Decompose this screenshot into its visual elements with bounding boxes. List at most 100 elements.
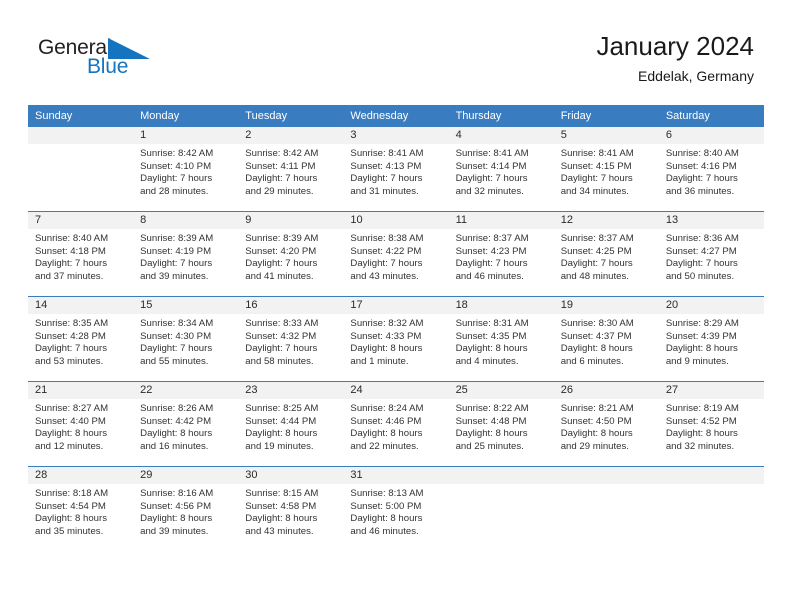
day-cell[interactable]: 16 Sunrise: 8:33 AM Sunset: 4:32 PM Dayligh… [238, 296, 344, 382]
day-cell[interactable] [658, 466, 764, 551]
day-cell[interactable] [28, 127, 134, 212]
day-cell[interactable] [448, 466, 554, 551]
day-cell[interactable]: 14 Sunrise: 8:35 AM Sunset: 4:28 PM Dayligh… [28, 296, 134, 382]
sunset-line: Sunset: 4:19 PM [140, 245, 212, 257]
daylight-line-1: Daylight: 7 hours [665, 258, 738, 270]
sunrise-line: Sunrise: 8:41 AM [560, 148, 634, 159]
day-number: 15 [133, 297, 239, 314]
weekday-header-saturday: Saturday [658, 105, 764, 127]
day-details: Sunrise: 8:22 AM Sunset: 4:48 PM Daylight:… [449, 399, 554, 453]
day-cell[interactable]: 13 Sunrise: 8:36 AM Sunset: 4:27 PM Dayligh… [658, 211, 764, 297]
day-number [448, 467, 554, 484]
day-number: 11 [448, 212, 554, 229]
sunrise-line: Sunrise: 8:41 AM [455, 148, 529, 159]
daylight-line-2: and 19 minutes. [245, 440, 314, 452]
day-cell[interactable]: 15 Sunrise: 8:34 AM Sunset: 4:30 PM Dayligh… [133, 296, 239, 382]
day-cell[interactable]: 25 Sunrise: 8:22 AM Sunset: 4:48 PM Dayligh… [448, 381, 554, 467]
day-details: Sunrise: 8:34 AM Sunset: 4:30 PM Daylight:… [133, 314, 238, 368]
daylight-line-1: Daylight: 7 hours [350, 173, 423, 185]
day-number: 31 [343, 467, 449, 484]
day-number [553, 467, 659, 484]
daylight-line-2: and 35 minutes. [35, 525, 104, 537]
daylight-line-2: and 31 minutes. [350, 185, 419, 197]
day-details: Sunrise: 8:29 AM Sunset: 4:39 PM Daylight:… [659, 314, 764, 368]
day-cell[interactable]: 8 Sunrise: 8:39 AM Sunset: 4:19 PM Daylight… [133, 211, 239, 297]
day-cell[interactable]: 10 Sunrise: 8:38 AM Sunset: 4:22 PM Dayligh… [343, 211, 449, 297]
day-number: 4 [448, 127, 554, 144]
weekday-header-friday: Friday [553, 105, 659, 127]
sunset-line: Sunset: 4:28 PM [35, 330, 106, 342]
day-cell[interactable]: 1 Sunrise: 8:42 AM Sunset: 4:10 PM Daylight… [133, 127, 239, 212]
day-cell[interactable]: 6 Sunrise: 8:40 AM Sunset: 4:16 PM Daylight… [658, 127, 764, 212]
day-number: 21 [28, 382, 134, 399]
day-cell[interactable]: 11 Sunrise: 8:37 AM Sunset: 4:23 PM Dayligh… [448, 211, 554, 297]
day-cell[interactable]: 7 Sunrise: 8:40 AM Sunset: 4:18 PM Daylight… [28, 211, 134, 297]
day-number: 22 [133, 382, 239, 399]
daylight-line-1: Daylight: 8 hours [455, 428, 528, 440]
sunrise-line: Sunrise: 8:39 AM [245, 233, 319, 244]
day-cell[interactable]: 17 Sunrise: 8:32 AM Sunset: 4:33 PM Dayligh… [343, 296, 449, 382]
calendar-week-row: 1 Sunrise: 8:42 AM Sunset: 4:10 PM Daylight… [28, 127, 764, 212]
day-cell[interactable]: 31 Sunrise: 8:13 AM Sunset: 5:00 PM Dayligh… [343, 466, 449, 551]
daylight-line-2: and 32 minutes. [455, 185, 524, 197]
sunrise-line: Sunrise: 8:22 AM [455, 403, 529, 414]
day-cell[interactable]: 2 Sunrise: 8:42 AM Sunset: 4:11 PM Daylight… [238, 127, 344, 212]
day-cell[interactable]: 29 Sunrise: 8:16 AM Sunset: 4:56 PM Dayligh… [133, 466, 239, 551]
sunrise-line: Sunrise: 8:35 AM [35, 318, 109, 329]
calendar-week-row: 14 Sunrise: 8:35 AM Sunset: 4:28 PM Dayligh… [28, 296, 764, 382]
day-cell[interactable]: 3 Sunrise: 8:41 AM Sunset: 4:13 PM Daylight… [343, 127, 449, 212]
day-details: Sunrise: 8:41 AM Sunset: 4:13 PM Daylight:… [343, 144, 448, 198]
daylight-line-2: and 12 minutes. [35, 440, 104, 452]
day-cell[interactable]: 21 Sunrise: 8:27 AM Sunset: 4:40 PM Dayligh… [28, 381, 134, 467]
day-cell[interactable]: 23 Sunrise: 8:25 AM Sunset: 4:44 PM Dayligh… [238, 381, 344, 467]
daylight-line-1: Daylight: 8 hours [245, 513, 318, 525]
daylight-line-1: Daylight: 8 hours [560, 428, 633, 440]
day-details: Sunrise: 8:33 AM Sunset: 4:32 PM Daylight:… [238, 314, 343, 368]
day-cell[interactable]: 12 Sunrise: 8:37 AM Sunset: 4:25 PM Dayligh… [553, 211, 659, 297]
day-cell[interactable]: 19 Sunrise: 8:30 AM Sunset: 4:37 PM Dayligh… [553, 296, 659, 382]
general-blue-logo[interactable]: General Blue [38, 36, 168, 84]
day-cell[interactable]: 30 Sunrise: 8:15 AM Sunset: 4:58 PM Dayligh… [238, 466, 344, 551]
sunset-line: Sunset: 4:20 PM [245, 245, 317, 257]
weekday-header-tuesday: Tuesday [238, 105, 344, 127]
day-cell[interactable]: 22 Sunrise: 8:26 AM Sunset: 4:42 PM Dayligh… [133, 381, 239, 467]
sunrise-line: Sunrise: 8:39 AM [140, 233, 214, 244]
day-cell[interactable]: 4 Sunrise: 8:41 AM Sunset: 4:14 PM Daylight… [448, 127, 554, 212]
day-cell[interactable]: 27 Sunrise: 8:19 AM Sunset: 4:52 PM Dayligh… [658, 381, 764, 467]
day-cell[interactable]: 28 Sunrise: 8:18 AM Sunset: 4:54 PM Dayligh… [28, 466, 134, 551]
sunrise-line: Sunrise: 8:31 AM [455, 318, 529, 329]
sunrise-line: Sunrise: 8:24 AM [350, 403, 424, 414]
day-cell[interactable]: 26 Sunrise: 8:21 AM Sunset: 4:50 PM Dayligh… [553, 381, 659, 467]
daylight-line-1: Daylight: 7 hours [35, 258, 107, 270]
day-cell[interactable]: 5 Sunrise: 8:41 AM Sunset: 4:15 PM Daylight… [553, 127, 659, 212]
day-cell[interactable]: 18 Sunrise: 8:31 AM Sunset: 4:35 PM Dayligh… [448, 296, 554, 382]
weekday-header-thursday: Thursday [448, 105, 554, 127]
day-cell[interactable]: 20 Sunrise: 8:29 AM Sunset: 4:39 PM Dayligh… [658, 296, 764, 382]
day-number: 14 [28, 297, 134, 314]
sunset-line: Sunset: 4:23 PM [455, 245, 527, 257]
sunrise-line: Sunrise: 8:13 AM [350, 488, 424, 499]
daylight-line-2: and 22 minutes. [350, 440, 419, 452]
calendar-page: General Blue January 2024 Eddelak, Germa… [0, 0, 792, 612]
day-details: Sunrise: 8:25 AM Sunset: 4:44 PM Daylight:… [238, 399, 343, 453]
day-details: Sunrise: 8:40 AM Sunset: 4:18 PM Daylight:… [28, 229, 133, 283]
daylight-line-2: and 34 minutes. [560, 185, 629, 197]
day-number: 2 [238, 127, 344, 144]
sunset-line: Sunset: 4:22 PM [350, 245, 422, 257]
daylight-line-1: Daylight: 8 hours [140, 428, 213, 440]
weekday-header-monday: Monday [133, 105, 239, 127]
day-cell[interactable] [553, 466, 659, 551]
daylight-line-1: Daylight: 8 hours [245, 428, 318, 440]
daylight-line-1: Daylight: 8 hours [140, 513, 213, 525]
day-number: 28 [28, 467, 134, 484]
day-number: 16 [238, 297, 344, 314]
sunrise-line: Sunrise: 8:37 AM [560, 233, 634, 244]
day-cell[interactable]: 9 Sunrise: 8:39 AM Sunset: 4:20 PM Daylight… [238, 211, 344, 297]
day-cell[interactable]: 24 Sunrise: 8:24 AM Sunset: 4:46 PM Dayligh… [343, 381, 449, 467]
day-details: Sunrise: 8:37 AM Sunset: 4:25 PM Daylight:… [554, 229, 659, 283]
sunset-line: Sunset: 4:32 PM [245, 330, 317, 342]
daylight-line-2: and 50 minutes. [665, 270, 735, 282]
daylight-line-1: Daylight: 8 hours [350, 343, 423, 355]
day-details [554, 484, 659, 488]
daylight-line-1: Daylight: 8 hours [665, 343, 738, 355]
